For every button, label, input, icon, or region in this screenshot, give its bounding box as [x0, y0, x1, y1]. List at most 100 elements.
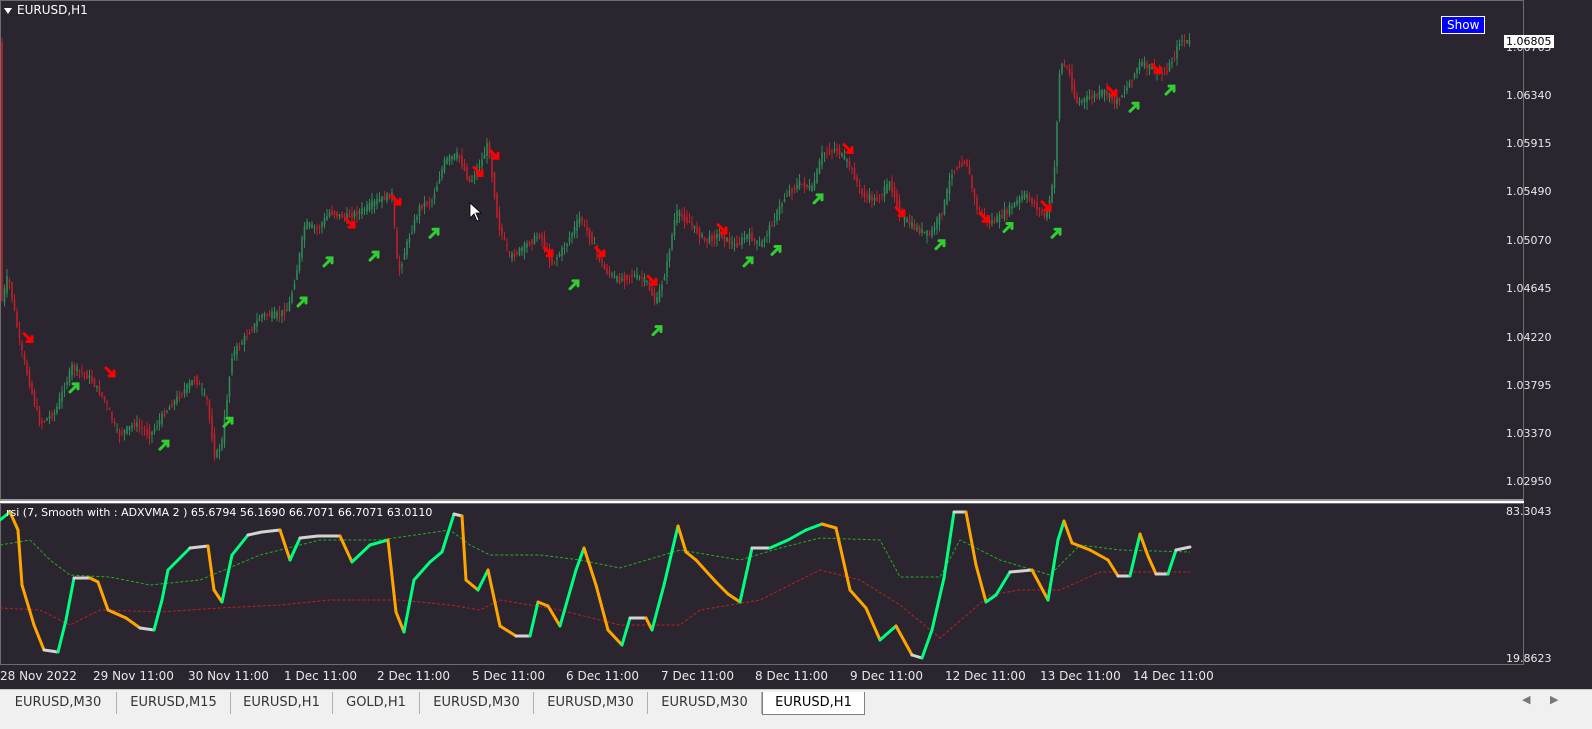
candle-body [53, 412, 56, 415]
chart-tab[interactable]: EURUSD,H1 [231, 692, 333, 714]
candle-body [563, 248, 566, 250]
candle-body [853, 167, 856, 180]
candle-body [953, 170, 956, 172]
candle-body [643, 276, 646, 283]
candle-body [518, 247, 521, 255]
candle-body [523, 243, 526, 252]
candle-body [623, 275, 626, 282]
candle-body [833, 149, 836, 151]
candle-body [501, 227, 503, 235]
rsi-line-segment [894, 624, 914, 657]
tab-scroll-right-icon[interactable]: ▶ [1550, 693, 1558, 706]
candle-body [188, 382, 191, 389]
candle-body [923, 231, 926, 233]
rsi-line-segment [16, 528, 24, 587]
candle-body [1061, 63, 1063, 74]
candle-body [368, 202, 371, 211]
candle-body [741, 237, 743, 245]
chart-tab[interactable]: EURUSD,M15 [117, 692, 231, 714]
candle-body [683, 213, 686, 222]
candle-body [378, 199, 381, 202]
candle-body [86, 371, 88, 379]
candle-body [773, 220, 776, 222]
chart-tab[interactable]: EURUSD,M30 [0, 692, 117, 714]
rsi-line-segment [402, 578, 416, 634]
candle-body [666, 260, 668, 277]
candle-body [1171, 61, 1173, 64]
candle-body [866, 195, 868, 197]
candle-body [148, 429, 151, 439]
candle-body [321, 223, 323, 228]
candle-body [1173, 58, 1176, 60]
sell-arrow-icon [542, 246, 554, 258]
show-button[interactable]: Show [1441, 16, 1486, 34]
rsi-line-segment [498, 624, 518, 638]
candle-body [138, 425, 141, 428]
chart-tab-active[interactable]: EURUSD,H1 [762, 692, 865, 715]
candle-body [821, 152, 823, 166]
candle-body [276, 312, 278, 318]
candle-body [1151, 66, 1153, 70]
candle-body [1133, 73, 1136, 78]
candle-body [873, 198, 876, 201]
time-label: 29 Nov 11:00 [93, 669, 174, 683]
candle-body [911, 222, 913, 227]
rsi-line-segment [594, 583, 610, 632]
candle-body [723, 233, 726, 242]
candle-body [106, 401, 108, 405]
candle-body [426, 202, 428, 205]
collapse-triangle-icon[interactable] [4, 7, 12, 14]
time-label: 28 Nov 2022 [0, 669, 77, 683]
candle-body [101, 392, 103, 397]
candle-body [1176, 45, 1178, 59]
candle-body [658, 289, 661, 302]
buy-arrow-icon [68, 382, 80, 394]
chart-tab[interactable]: EURUSD,M30 [420, 692, 534, 714]
price-label: 1.05070 [1506, 234, 1552, 247]
candle-body [1023, 193, 1026, 199]
candle-body [118, 430, 121, 436]
rsi-line-segment [910, 653, 924, 660]
candle-body [396, 230, 398, 259]
price-chart-canvas[interactable] [0, 0, 1524, 665]
time-label: 8 Dec 11:00 [755, 669, 829, 683]
candle-body [208, 400, 211, 419]
candle-body [538, 234, 541, 238]
candle-body [978, 208, 981, 210]
candle-body [758, 243, 761, 246]
candle-body [686, 216, 688, 223]
chart-tab[interactable]: EURUSD,M30 [648, 692, 762, 714]
rsi-line-segment [942, 510, 956, 580]
rsi-line-segment [260, 528, 282, 534]
candle-body [268, 313, 271, 317]
candle-body [6, 276, 8, 293]
rsi-line-segment [1166, 548, 1178, 576]
candle-body [373, 200, 376, 206]
candle-body [701, 234, 703, 238]
candle-body [508, 252, 511, 254]
chart-tab[interactable]: EURUSD,M30 [534, 692, 648, 714]
candle-body [1018, 197, 1021, 203]
candle-body [36, 405, 38, 410]
candle-body [278, 313, 281, 316]
candle-body [1143, 61, 1146, 68]
candle-body [23, 354, 26, 361]
buy-arrow-icon [1128, 101, 1140, 113]
candle-body [646, 281, 648, 283]
tab-scroll-left-icon[interactable]: ◀ [1522, 693, 1530, 706]
candle-body [616, 276, 618, 281]
candle-body [888, 181, 891, 189]
candle-body [836, 148, 838, 152]
candle-body [691, 223, 693, 226]
candle-body [1021, 195, 1023, 200]
rsi-line-segment [1070, 541, 1092, 552]
chart-tab[interactable]: GOLD,H1 [333, 692, 420, 714]
candle-body [996, 216, 998, 223]
candle-body [133, 422, 136, 427]
candle-body [423, 202, 426, 207]
candle-body [436, 186, 438, 192]
rsi-line-segment [974, 563, 988, 604]
candle-body [878, 197, 881, 199]
candle-body [903, 216, 906, 221]
candle-body [1041, 210, 1043, 213]
